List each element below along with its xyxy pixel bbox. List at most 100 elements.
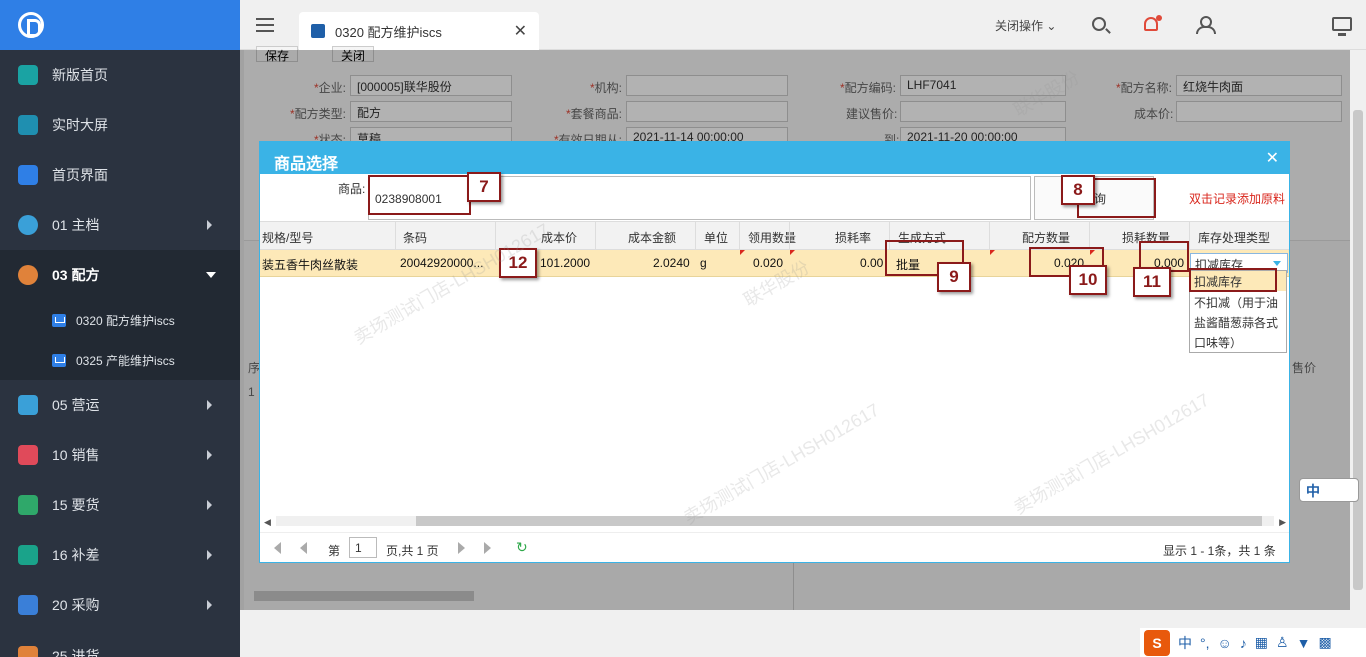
search-icon[interactable] bbox=[1092, 17, 1106, 31]
home-icon bbox=[18, 165, 38, 185]
column-header: 规格/型号 bbox=[262, 231, 314, 245]
scroll-left-icon[interactable]: ◀ bbox=[264, 517, 271, 528]
bell-icon[interactable] bbox=[1144, 15, 1162, 31]
annotation-badge: 8 bbox=[1061, 175, 1095, 205]
cell-cost-price: 101.2000 bbox=[540, 256, 591, 270]
close-tab-icon[interactable]: ✕ bbox=[514, 21, 527, 41]
user-icon[interactable] bbox=[1196, 16, 1216, 34]
tab-recipe-maintenance[interactable]: 0320 配方维护iscs ✕ bbox=[299, 12, 539, 50]
menu-toggle-icon[interactable] bbox=[256, 18, 274, 32]
monitor-icon bbox=[18, 395, 38, 415]
sidebar-item-sales[interactable]: 10 销售 bbox=[0, 430, 240, 480]
cell-unit: g bbox=[700, 256, 707, 270]
toolbox-icon[interactable]: ▩ bbox=[1318, 634, 1331, 651]
close-operations-dropdown[interactable]: 关闭操作 ⌄ bbox=[995, 17, 1056, 34]
monitor-icon[interactable] bbox=[1332, 17, 1352, 36]
cart-icon bbox=[52, 313, 66, 327]
cell-use-qty[interactable]: 0.020 bbox=[753, 256, 783, 270]
next-page-icon[interactable] bbox=[458, 542, 465, 554]
cart-icon bbox=[311, 24, 325, 38]
column-header: 损耗率 bbox=[835, 231, 872, 245]
annotation-badge: 12 bbox=[499, 248, 537, 278]
skin-icon[interactable]: ▼ bbox=[1297, 635, 1311, 651]
pagination: 第 1 页,共 1 页 ↻ 显示 1 - 1条，共 1 条 bbox=[260, 532, 1289, 562]
keyboard-icon[interactable]: ▦ bbox=[1255, 634, 1268, 651]
punctuation-icon[interactable]: °, bbox=[1200, 635, 1210, 651]
scroll-right-icon[interactable]: ▶ bbox=[1279, 517, 1286, 528]
column-header: 配方数量 bbox=[1022, 231, 1071, 245]
grid-horizontal-scrollbar[interactable]: ◀ ▶ bbox=[264, 514, 1286, 528]
sidebar-item-new-home[interactable]: 新版首页 bbox=[0, 50, 240, 100]
page-scrollbar[interactable] bbox=[1350, 50, 1366, 610]
close-ops-label: 关闭操作 bbox=[995, 19, 1044, 33]
app-logo[interactable] bbox=[0, 0, 240, 50]
sidebar-item-label: 16 补差 bbox=[52, 547, 100, 563]
sidebar-item-adjustment[interactable]: 16 补差 bbox=[0, 530, 240, 580]
annotation-badge: 9 bbox=[937, 262, 971, 292]
notebook-icon bbox=[18, 545, 38, 565]
sidebar-item-label: 01 主档 bbox=[52, 217, 100, 233]
sidebar-item-label: 实时大屏 bbox=[52, 117, 108, 133]
sidebar-item-home[interactable]: 首页界面 bbox=[0, 150, 240, 200]
basket-icon bbox=[18, 595, 38, 615]
sidebar: 新版首页 实时大屏 首页界面 01 主档 03 配方 0320 配方维护iscs… bbox=[0, 0, 240, 657]
chevron-right-icon bbox=[207, 550, 212, 560]
ime-indicator[interactable]: 中 bbox=[1299, 478, 1359, 502]
sidebar-item-label: 首页界面 bbox=[52, 167, 108, 183]
highlight-stock-option bbox=[1189, 268, 1277, 292]
sidebar-item-label: 15 要货 bbox=[52, 497, 100, 513]
cell-spec: 装五香牛肉丝散装 bbox=[262, 258, 359, 272]
sidebar-subitem-0320[interactable]: 0320 配方维护iscs bbox=[0, 300, 240, 340]
sidebar-item-master[interactable]: 01 主档 bbox=[0, 200, 240, 250]
sidebar-item-receiving[interactable]: 25 进货 bbox=[0, 630, 240, 657]
dialog-title: 商品选择 bbox=[274, 156, 339, 173]
goods-label: 商品: bbox=[338, 182, 366, 196]
sidebar-item-purchase[interactable]: 20 采购 bbox=[0, 580, 240, 630]
cell-barcode: 20042920000... bbox=[400, 256, 484, 270]
close-icon[interactable]: ✕ bbox=[1266, 148, 1279, 168]
page-suffix: 页,共 1 页 bbox=[386, 544, 439, 558]
emoji-icon[interactable]: ☺ bbox=[1218, 635, 1232, 651]
sidebar-item-label: 新版首页 bbox=[52, 67, 108, 83]
prev-page-icon[interactable] bbox=[300, 542, 307, 554]
sidebar-subitem-label: 0325 产能维护iscs bbox=[76, 353, 175, 368]
dropdown-option[interactable]: 不扣减（用于油盐酱醋葱蒜各式口味等） bbox=[1190, 291, 1286, 355]
user-icon[interactable]: ♙ bbox=[1276, 634, 1289, 651]
sidebar-subitem-0325[interactable]: 0325 产能维护iscs bbox=[0, 340, 240, 380]
annotation-badge: 7 bbox=[467, 172, 501, 202]
column-header: 条码 bbox=[403, 231, 428, 245]
page-number-input[interactable]: 1 bbox=[349, 537, 377, 558]
chevron-right-icon bbox=[207, 220, 212, 230]
sidebar-item-operations[interactable]: 05 营运 bbox=[0, 380, 240, 430]
grid-header: 规格/型号 条码 成本价 成本金额 单位 领用数量 损耗率 生成方式 配方数量 … bbox=[260, 222, 1289, 250]
sidebar-item-realtime-screen[interactable]: 实时大屏 bbox=[0, 100, 240, 150]
scrollbar-thumb[interactable] bbox=[416, 516, 1262, 526]
sidebar-subitem-label: 0320 配方维护iscs bbox=[76, 313, 175, 328]
sidebar-item-requisition[interactable]: 15 要货 bbox=[0, 480, 240, 530]
chevron-right-icon bbox=[207, 500, 212, 510]
logo-icon bbox=[18, 12, 44, 38]
truck-icon bbox=[18, 646, 38, 657]
last-page-icon[interactable] bbox=[484, 542, 491, 554]
ime-label: 中 bbox=[1306, 483, 1320, 499]
mic-icon[interactable]: ♪ bbox=[1240, 635, 1247, 651]
sidebar-item-recipe[interactable]: 03 配方 bbox=[0, 250, 240, 300]
chevron-right-icon bbox=[207, 400, 212, 410]
double-click-hint: 双击记录添加原料 bbox=[1189, 192, 1286, 206]
sogou-icon[interactable]: S bbox=[1144, 629, 1170, 656]
cell-loss-rate[interactable]: 0.00 bbox=[860, 256, 883, 270]
ime-taskbar: S 中 °, ☺ ♪ ▦ ♙ ▼ ▩ bbox=[1140, 628, 1366, 657]
refresh-icon[interactable]: ↻ bbox=[516, 539, 528, 556]
dialog-header: 商品选择 ✕ bbox=[260, 142, 1289, 174]
order-icon bbox=[18, 495, 38, 515]
cart-icon bbox=[52, 353, 66, 367]
pager-summary: 显示 1 - 1条，共 1 条 bbox=[1163, 544, 1276, 558]
annotation-badge: 11 bbox=[1133, 267, 1171, 297]
first-page-icon[interactable] bbox=[274, 542, 281, 554]
scrollbar-thumb[interactable] bbox=[1353, 110, 1363, 590]
page-prefix: 第 bbox=[328, 544, 341, 558]
sale-icon bbox=[18, 445, 38, 465]
cell-cost-amount: 2.0240 bbox=[653, 256, 690, 270]
column-header: 成本价 bbox=[541, 231, 578, 245]
ime-lang[interactable]: 中 bbox=[1178, 633, 1192, 653]
